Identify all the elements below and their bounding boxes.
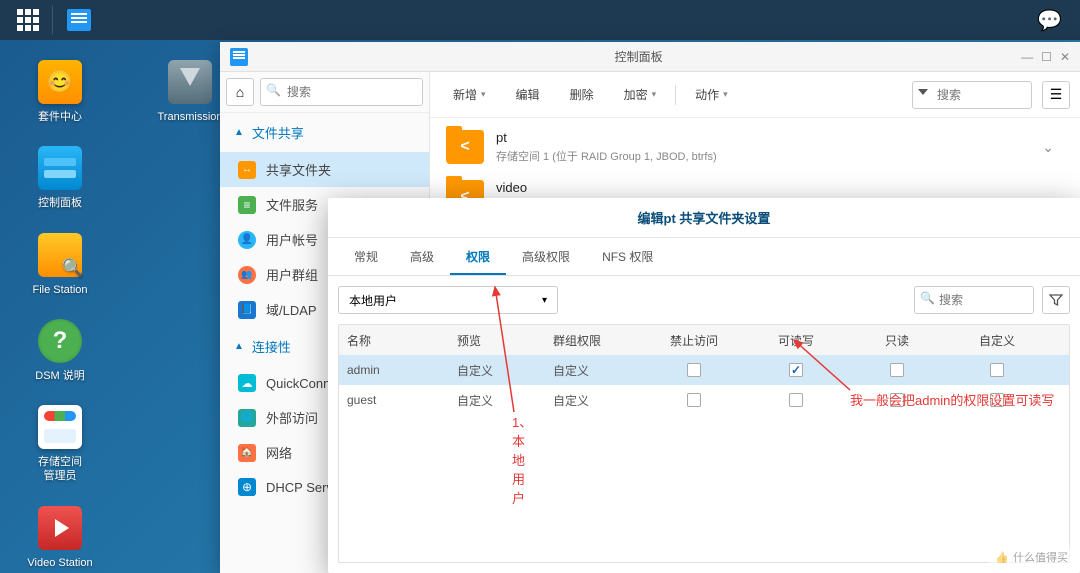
shared-folder-icon (238, 161, 256, 179)
home-button[interactable]: ⌂ (226, 78, 254, 106)
chevron-down-icon: ▾ (723, 89, 728, 100)
quickconnect-icon (238, 374, 256, 392)
chevron-up-icon: ▲ (234, 127, 244, 138)
file-station-icon (38, 233, 82, 277)
chevron-down-icon: ▾ (542, 295, 547, 306)
delete-button[interactable]: 删除 (557, 80, 607, 109)
close-button[interactable]: ✕ (1060, 50, 1070, 64)
minimize-button[interactable]: — (1021, 50, 1033, 64)
desktop-storage-manager[interactable]: 存储空间 管理员 (20, 405, 100, 484)
window-controls: — ☐ ✕ (1021, 50, 1070, 64)
taskbar-running-app[interactable] (57, 0, 101, 40)
tab-permissions[interactable]: 权限 (450, 238, 506, 275)
main-toolbar: 新增▾ 编辑 删除 加密▾ 动作▾ ☰ (430, 72, 1080, 118)
desktop-col1: 套件中心 控制面板 File Station DSM 说明 存储空间 管理员 V… (0, 40, 120, 573)
table-header: 名称 预览 群组权限 禁止访问 可读写 只读 自定义 (339, 325, 1069, 355)
rw-checkbox[interactable] (789, 363, 803, 377)
chevron-up-icon: ▲ (234, 341, 244, 352)
video-station-icon (38, 506, 82, 550)
ro-checkbox[interactable] (890, 393, 904, 407)
network-icon (238, 444, 256, 462)
tab-nfs[interactable]: NFS 权限 (586, 238, 669, 275)
desktop-dsm-help[interactable]: DSM 说明 (20, 319, 100, 383)
taskbar: 💬 (0, 0, 1080, 40)
tab-advanced[interactable]: 高级 (394, 238, 450, 275)
filter-icon (1049, 293, 1063, 307)
chat-icon: 💬 (1037, 10, 1062, 32)
package-center-icon (38, 60, 82, 104)
apps-button[interactable] (8, 0, 48, 40)
dialog-tabs: 常规 高级 权限 高级权限 NFS 权限 (328, 238, 1080, 276)
toolbar-filter-input[interactable] (912, 81, 1032, 109)
sidebar-group-fileshare[interactable]: ▲文件共享 (220, 113, 429, 152)
watermark: 什么值得买 (989, 547, 1074, 567)
rw-checkbox[interactable] (789, 393, 803, 407)
desktop-transmission[interactable]: Transmission (150, 60, 230, 124)
ldap-icon (238, 301, 256, 319)
sidebar-item-shared-folder[interactable]: 共享文件夹 (220, 152, 429, 187)
tab-adv-permissions[interactable]: 高级权限 (506, 238, 586, 275)
tab-general[interactable]: 常规 (338, 238, 394, 275)
edit-share-dialog: 编辑pt 共享文件夹设置 常规 高级 权限 高级权限 NFS 权限 本地用户▾ … (328, 198, 1080, 573)
user-icon (238, 231, 256, 249)
add-button[interactable]: 新增▾ (440, 80, 499, 109)
custom-checkbox[interactable] (990, 363, 1004, 377)
maximize-button[interactable]: ☐ (1041, 50, 1052, 64)
help-icon (38, 319, 82, 363)
storage-manager-icon (38, 405, 82, 449)
folder-icon (446, 130, 484, 164)
sidebar-search-input[interactable] (260, 78, 423, 106)
control-panel-icon (67, 9, 91, 31)
apps-grid-icon (17, 9, 39, 31)
deny-checkbox[interactable] (687, 363, 701, 377)
dialog-title: 编辑pt 共享文件夹设置 (328, 198, 1080, 238)
chevron-down-icon: ▾ (481, 89, 486, 100)
dialog-search-input[interactable] (914, 286, 1034, 314)
control-panel-icon (38, 146, 82, 190)
ro-checkbox[interactable] (890, 363, 904, 377)
file-services-icon (238, 196, 256, 214)
chat-button[interactable]: 💬 (1027, 8, 1072, 33)
window-icon (230, 48, 248, 66)
custom-checkbox[interactable] (990, 393, 1004, 407)
home-icon: ⌂ (236, 84, 244, 100)
table-row-guest[interactable]: guest 自定义 自定义 (339, 385, 1069, 415)
action-button[interactable]: 动作▾ (682, 80, 741, 109)
toolbar-filter (912, 81, 1032, 109)
deny-checkbox[interactable] (687, 393, 701, 407)
separator (675, 85, 676, 105)
desktop-video-station[interactable]: Video Station (20, 506, 100, 570)
group-icon (238, 266, 256, 284)
edit-button[interactable]: 编辑 (503, 80, 553, 109)
desktop-package-center[interactable]: 套件中心 (20, 60, 100, 124)
table-row-admin[interactable]: admin 自定义 自定义 (339, 355, 1069, 385)
expand-icon[interactable]: ⌄ (1032, 139, 1064, 156)
external-access-icon (238, 409, 256, 427)
transmission-icon (168, 60, 212, 104)
folder-row-pt[interactable]: pt存储空间 1 (位于 RAID Group 1, JBOD, btrfs) … (440, 122, 1070, 172)
window-titlebar[interactable]: 控制面板 — ☐ ✕ (220, 42, 1080, 72)
menu-icon: ☰ (1050, 86, 1063, 103)
more-button[interactable]: ☰ (1042, 81, 1070, 109)
desktop-file-station[interactable]: File Station (20, 233, 100, 297)
filter-button[interactable] (1042, 286, 1070, 314)
user-type-select[interactable]: 本地用户▾ (338, 286, 558, 314)
encrypt-button[interactable]: 加密▾ (611, 80, 670, 109)
sidebar-search (260, 78, 423, 106)
desktop-control-panel[interactable]: 控制面板 (20, 146, 100, 210)
dialog-search (914, 286, 1034, 314)
permissions-table: 名称 预览 群组权限 禁止访问 可读写 只读 自定义 admin 自定义 自定义… (338, 324, 1070, 563)
taskbar-divider (52, 6, 53, 34)
chevron-down-icon: ▾ (652, 89, 657, 100)
window-title: 控制面板 (256, 48, 1021, 65)
dhcp-icon (238, 478, 256, 496)
